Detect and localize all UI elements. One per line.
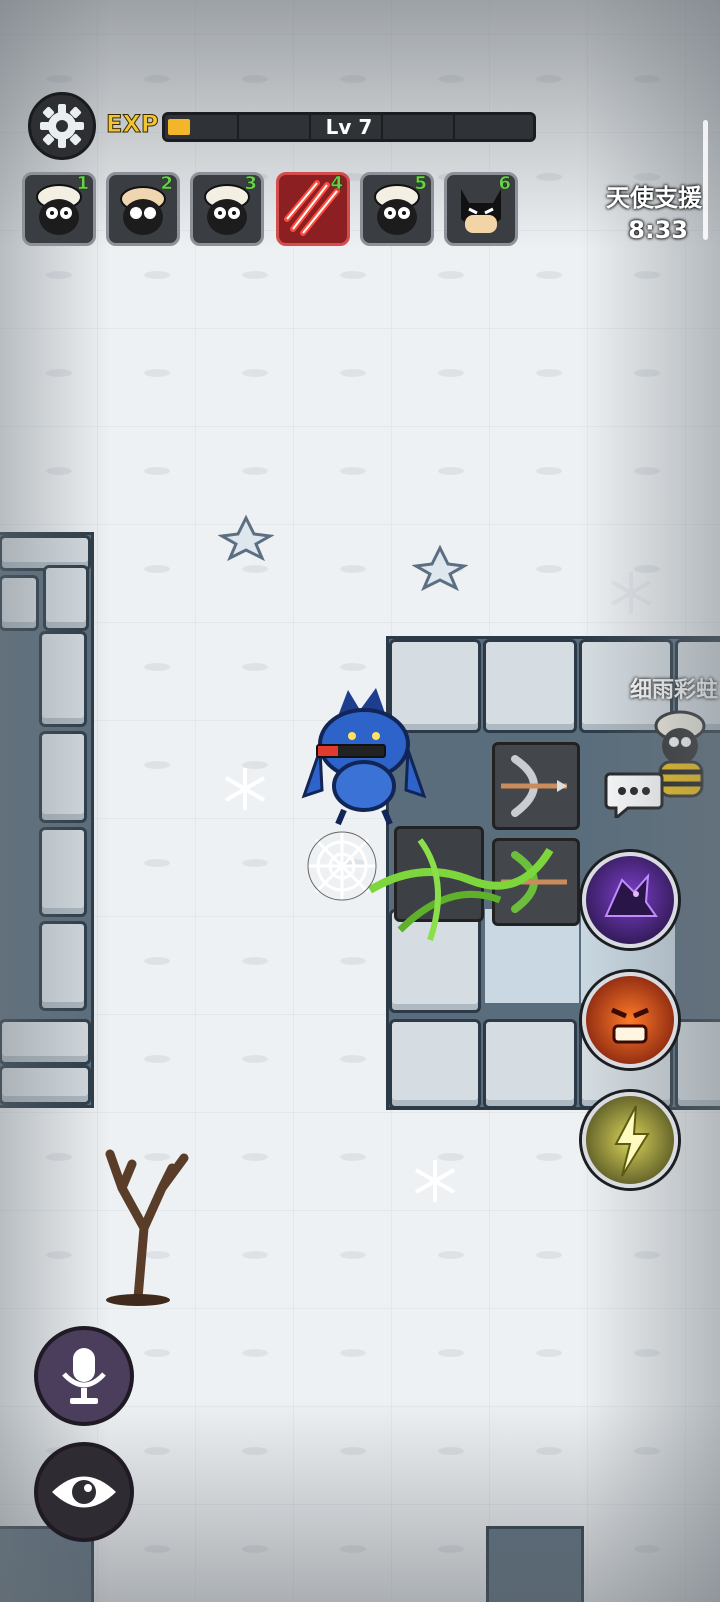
lightning-skill-button[interactable] — [582, 1092, 678, 1188]
snowflake-decoration — [414, 1160, 456, 1202]
ice-flower-decoration — [412, 544, 468, 592]
slot-number: 5 — [414, 173, 427, 194]
character-slot-4[interactable]: 4 — [276, 172, 350, 246]
slot-number: 2 — [160, 173, 173, 194]
character-slot-2[interactable]: 2 — [106, 172, 180, 246]
character-slot-3[interactable]: 3 — [190, 172, 264, 246]
voice-chat-button[interactable] — [34, 1326, 134, 1426]
shadow-wolf-skill-icon — [604, 873, 658, 917]
bottom-ice-block — [486, 1526, 584, 1602]
player-name-label: 细雨彩蛀 — [630, 678, 719, 703]
lightning-skill-icon — [614, 1105, 650, 1177]
microphone-icon — [62, 1348, 106, 1404]
character-slot-1[interactable]: 1 — [22, 172, 96, 246]
angel-support-label: 天使支援 — [606, 184, 702, 212]
view-toggle-button[interactable] — [34, 1442, 134, 1542]
angel-support-timer: 8:33 — [628, 216, 688, 244]
bare-tree-decoration — [105, 1149, 189, 1306]
left-ice-wall — [0, 532, 94, 1108]
spider-web-trap — [307, 831, 377, 901]
character-slot-5[interactable]: 5 — [360, 172, 434, 246]
ice-flower-decoration — [218, 514, 274, 562]
eye-icon — [52, 1476, 116, 1508]
settings-button[interactable] — [28, 92, 96, 160]
crossbow-icon — [501, 755, 567, 817]
enemy-health-bar — [316, 744, 386, 758]
slot-number: 1 — [76, 173, 89, 194]
exp-label: EXP — [106, 110, 159, 139]
gear-icon — [40, 104, 84, 148]
snowflake-decoration — [610, 572, 652, 614]
crossbow-turret[interactable] — [492, 742, 580, 830]
slot-number: 3 — [244, 173, 257, 194]
thorn-vine-effect — [367, 838, 554, 941]
level-label: Lv 7 — [325, 115, 373, 139]
slot-number: 4 — [330, 173, 343, 194]
chat-bubble-icon[interactable] — [604, 770, 664, 818]
rage-face-skill-icon — [611, 1007, 649, 1044]
rage-skill-button[interactable] — [582, 972, 678, 1068]
slot-number: 6 — [498, 173, 511, 194]
shadow-wolf-skill-button[interactable] — [582, 852, 678, 948]
exp-progress-bar: Lv 7 — [162, 112, 536, 142]
snowflake-decoration — [224, 768, 266, 810]
character-slot-6[interactable]: 6 — [444, 172, 518, 246]
scroll-indicator — [703, 120, 708, 240]
